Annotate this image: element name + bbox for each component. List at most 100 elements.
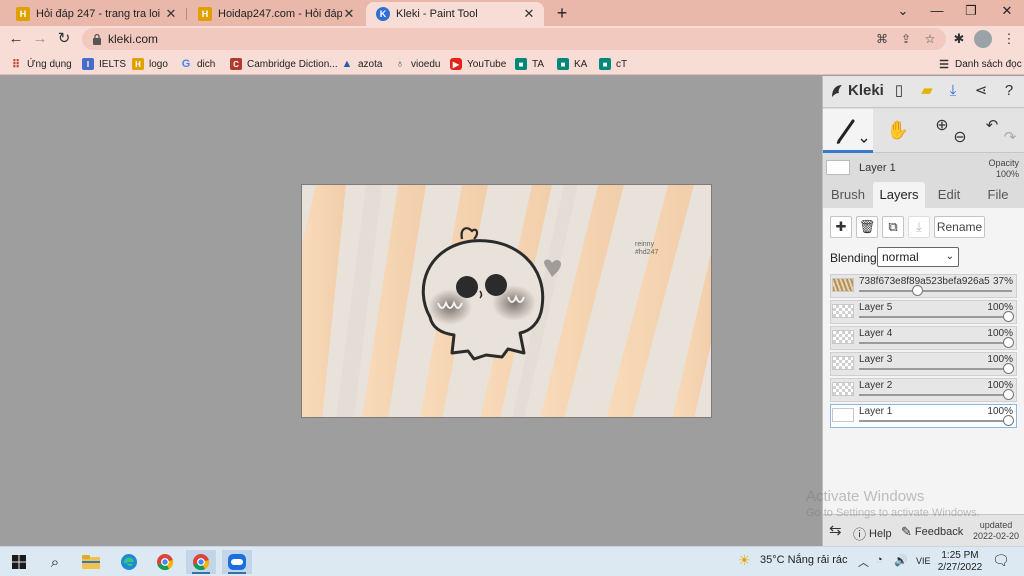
clock-time: 1:25 PM — [941, 550, 979, 561]
chrome-icon[interactable] — [150, 550, 180, 574]
bookmark-ka[interactable]: ■ KA — [557, 56, 587, 72]
layer-opacity-slider[interactable] — [859, 420, 1012, 422]
tab-hoidap247-online[interactable]: H Hoidap247.com - Hỏi đáp online ✕ — [188, 2, 364, 26]
share-nodes-icon[interactable]: ⋖ — [971, 81, 991, 101]
translate-icon[interactable]: ⌘ — [874, 31, 890, 47]
layer-opacity-slider-handle[interactable] — [1003, 311, 1014, 322]
chrome-active-window-icon[interactable] — [186, 550, 216, 574]
opacity-value: 100% — [995, 169, 1019, 179]
notifications-icon[interactable]: 🗨 — [992, 552, 1010, 569]
redo-icon[interactable]: ↷ — [995, 121, 1024, 155]
layer-name: Layer 2 — [859, 380, 893, 391]
search-icon[interactable]: ⌕ — [40, 550, 70, 574]
drawing-canvas[interactable]: reinny #hd247 — [301, 184, 712, 418]
tab-search-icon[interactable]: ⌄ — [886, 0, 920, 24]
layer-row[interactable]: Layer 4 100% — [830, 326, 1017, 350]
bookmark-star-icon[interactable]: ☆ — [922, 31, 938, 47]
delete-layer-button[interactable]: 🗑 — [856, 216, 878, 238]
address-bar[interactable]: kleki.com ⌘ ⇪ ☆ — [82, 28, 946, 50]
layer-opacity-slider[interactable] — [859, 316, 1012, 318]
close-tab-icon[interactable]: ✕ — [522, 6, 536, 22]
tab-hoidap-247[interactable]: H Hỏi đáp 247 - trang tra loi ✕ — [6, 2, 186, 26]
layer-row[interactable]: Layer 5 100% — [830, 300, 1017, 324]
tool-row: ✋ ⊕ ⊖ ↶ ↷ — [823, 109, 1024, 153]
feedback-button[interactable]: ✎ Feedback — [901, 524, 963, 540]
share-icon[interactable]: ⇪ — [898, 31, 914, 47]
tab-brush[interactable]: Brush — [825, 182, 871, 208]
layer-opacity-slider-handle[interactable] — [1003, 363, 1014, 374]
tab-edit[interactable]: Edit — [927, 182, 971, 208]
tab-layers[interactable]: Layers — [873, 182, 925, 208]
bookmark-label: logo — [149, 58, 168, 70]
help-circle-icon[interactable]: ? — [999, 81, 1019, 101]
layer-row[interactable]: Layer 1 100% — [830, 404, 1017, 428]
bookmark-cambridge[interactable]: C Cambridge Diction... — [230, 56, 338, 72]
hand-tool-icon[interactable]: ✋ — [883, 113, 913, 147]
bookmark-logo[interactable]: H logo — [132, 56, 168, 72]
layer-opacity-slider-handle[interactable] — [1003, 415, 1014, 426]
layer-opacity-slider[interactable] — [859, 290, 1012, 292]
close-tab-icon[interactable]: ✕ — [342, 6, 356, 22]
reload-icon[interactable]: ↻ — [54, 29, 74, 49]
extensions-puzzle-icon[interactable]: ✱ — [950, 30, 968, 48]
profile-avatar[interactable] — [974, 30, 992, 48]
file-explorer-icon[interactable] — [76, 550, 106, 574]
canvas-stage[interactable]: reinny #hd247 — [0, 76, 822, 546]
restore-icon[interactable]: ❐ — [954, 0, 988, 24]
layer-opacity-slider-handle[interactable] — [1003, 389, 1014, 400]
start-button[interactable] — [4, 550, 34, 574]
open-folder-icon[interactable]: ▰ — [917, 81, 937, 101]
brush-tool-button[interactable] — [823, 109, 873, 153]
bookmark-vioedu[interactable]: ♁ vioedu — [394, 56, 441, 72]
bookmark-ta[interactable]: ■ TA — [515, 56, 544, 72]
minimize-icon[interactable]: — — [920, 0, 954, 24]
bookmark-apps[interactable]: ⠿ Ứng dụng — [10, 56, 72, 72]
bookmark-youtube[interactable]: ▶ YouTube — [450, 56, 506, 72]
help-button[interactable]: ⓘ Help — [853, 524, 892, 543]
close-window-icon[interactable]: ✕ — [990, 0, 1024, 24]
layer-opacity-slider[interactable] — [859, 394, 1012, 396]
rename-layer-button[interactable]: Rename — [934, 216, 985, 238]
swap-side-icon[interactable]: ⇆ — [829, 521, 842, 539]
updated-date: 2022-02-20 — [972, 531, 1019, 541]
bookmark-ielts[interactable]: I IELTS — [82, 56, 126, 72]
bookmark-ct[interactable]: ■ cT — [599, 56, 627, 72]
zalo-icon[interactable] — [222, 550, 252, 574]
menu-kebab-icon[interactable]: ⋮ — [1000, 30, 1018, 48]
add-layer-button[interactable]: ✚ — [830, 216, 852, 238]
tab-file[interactable]: File — [975, 182, 1021, 208]
download-icon[interactable]: ⤓ — [943, 81, 963, 101]
back-arrow-icon[interactable]: ← — [6, 29, 26, 49]
layer-opacity-slider-handle[interactable] — [912, 285, 924, 296]
system-clock[interactable]: 1:25 PM 2/27/2022 — [936, 550, 984, 574]
layer-row[interactable]: 738f673e8f89a523befa926a5 37% — [830, 274, 1017, 298]
weather-text[interactable]: 35°C Nắng rải rác — [760, 554, 848, 566]
layer-opacity-slider-handle[interactable] — [1003, 337, 1014, 348]
new-image-icon[interactable]: ▯ — [889, 81, 909, 101]
close-tab-icon[interactable]: ✕ — [164, 6, 178, 22]
layer-opacity-slider[interactable] — [859, 368, 1012, 370]
tab-kleki[interactable]: K Kleki - Paint Tool ✕ — [366, 2, 544, 26]
language-indicator[interactable]: VIE — [916, 556, 931, 566]
new-tab-button[interactable]: + — [552, 3, 572, 23]
zoom-out-icon[interactable]: ⊖ — [945, 121, 975, 155]
volume-icon[interactable]: 🔊 — [894, 554, 908, 567]
edge-icon[interactable] — [114, 550, 144, 574]
opacity-label: Opacity — [988, 158, 1019, 168]
layer-opacity-slider[interactable] — [859, 342, 1012, 344]
google-icon: G — [181, 58, 191, 70]
tray-chevron-up-icon[interactable]: ︿ — [858, 554, 869, 570]
layer-row[interactable]: Layer 3 100% — [830, 352, 1017, 376]
bookmark-dich[interactable]: G dich — [180, 56, 216, 72]
duplicate-layer-button[interactable]: ⧉ — [882, 216, 904, 238]
bookmark-azota[interactable]: ▲ azota — [341, 56, 383, 72]
folder-icon — [82, 555, 100, 569]
wifi-icon[interactable]: ◔ — [876, 554, 883, 566]
canvas-watermark: reinny #hd247 — [635, 241, 658, 257]
merge-down-button[interactable]: ⤓ — [908, 216, 930, 238]
forward-arrow-icon[interactable]: → — [30, 29, 50, 49]
reading-list-button[interactable]: ☰ Danh sách đọc — [938, 56, 1022, 72]
layer-row[interactable]: Layer 2 100% — [830, 378, 1017, 402]
bookmark-label: KA — [574, 58, 588, 70]
blending-select[interactable]: normal ⌄ — [877, 247, 959, 267]
